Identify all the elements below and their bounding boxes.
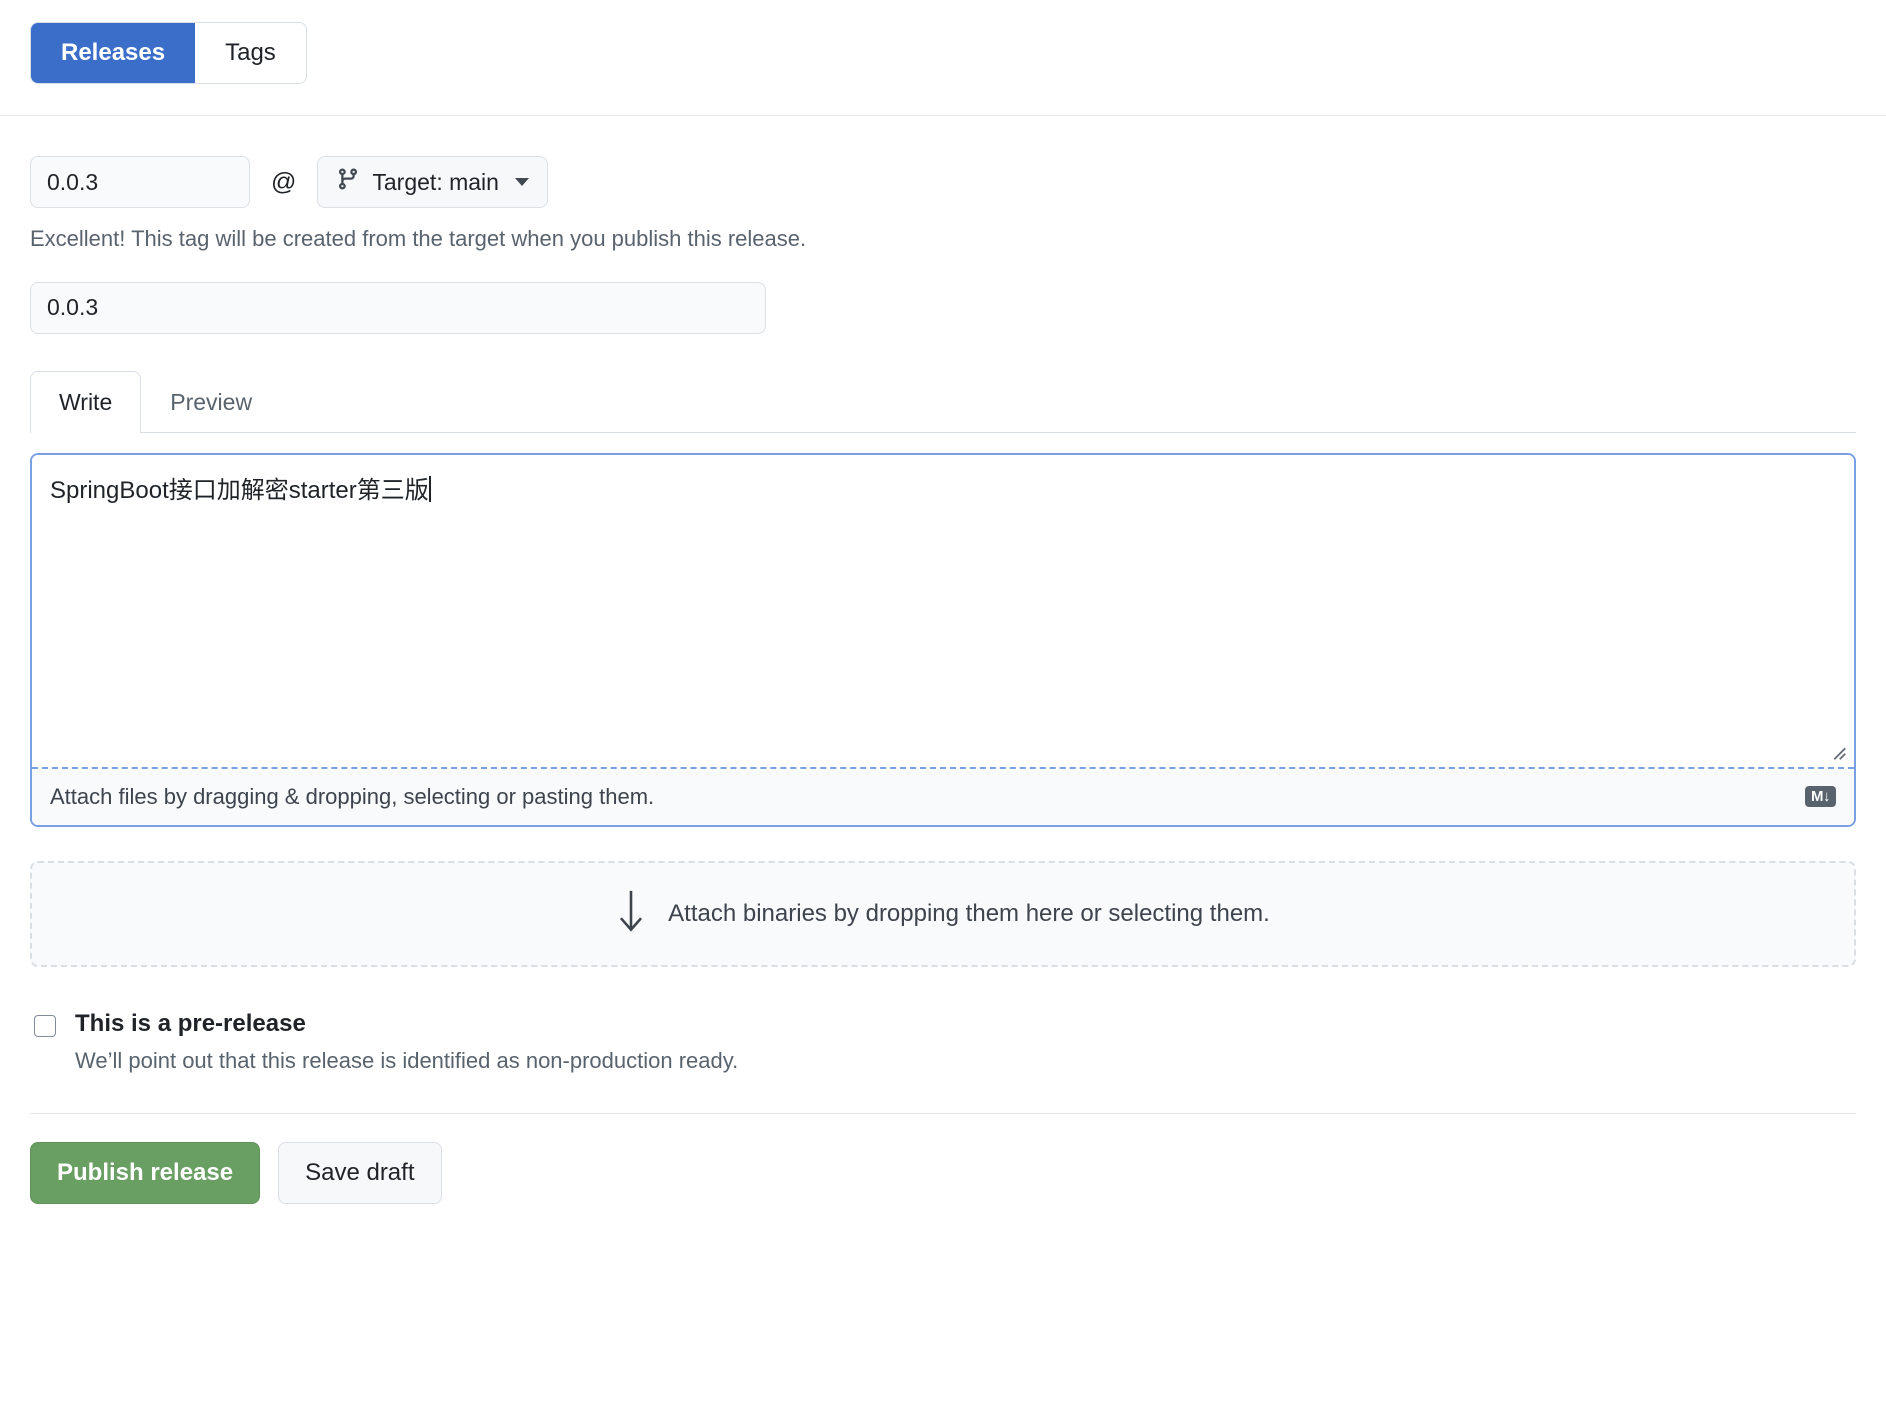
tag-name-input[interactable] [30,156,250,208]
attach-binaries-label: Attach binaries by dropping them here or… [668,900,1270,928]
attach-files-hint: Attach files by dragging & dropping, sel… [50,784,654,810]
publish-release-button[interactable]: Publish release [30,1142,260,1204]
segmented-control: Releases Tags [30,22,307,84]
tab-releases[interactable]: Releases [31,23,195,83]
at-separator: @ [271,168,296,197]
tab-preview[interactable]: Preview [141,371,281,433]
git-branch-icon [336,167,360,197]
target-branch-dropdown[interactable]: Target: main [317,156,548,208]
actions-divider [30,1113,1856,1114]
save-draft-button[interactable]: Save draft [278,1142,441,1204]
description-editor: SpringBoot接口加解密starter第三版 Attach files b… [30,453,1856,827]
tag-target-row: @ Target: main [0,124,1886,208]
chevron-down-icon [515,178,529,186]
description-textarea[interactable]: SpringBoot接口加解密starter第三版 [32,455,1854,767]
prerelease-section: This is a pre-release We’ll point out th… [30,1009,1886,1076]
tab-write[interactable]: Write [30,371,141,433]
prerelease-description: We’ll point out that this release is ide… [75,1047,738,1076]
prerelease-checkbox[interactable] [34,1015,56,1037]
description-value: SpringBoot接口加解密starter第三版 [50,477,429,504]
tag-help-text: Excellent! This tag will be created from… [0,208,1886,254]
attach-binaries-dropzone[interactable]: Attach binaries by dropping them here or… [30,861,1856,967]
text-cursor [429,476,431,502]
tab-tags[interactable]: Tags [195,23,306,83]
prerelease-text-block: This is a pre-release We’ll point out th… [75,1009,738,1076]
target-branch-label: Target: main [372,169,499,196]
form-actions: Publish release Save draft [30,1142,1886,1204]
releases-tags-tabbar: Releases Tags [0,0,1886,84]
create-release-page: Releases Tags @ Target: main Excellent! … [0,0,1886,1418]
arrow-down-icon [616,888,646,939]
description-text-content: SpringBoot接口加解密starter第三版 [32,455,1854,507]
header-divider [0,115,1886,116]
resize-grip-icon[interactable] [1826,740,1848,762]
editor-footer: Attach files by dragging & dropping, sel… [32,767,1854,825]
prerelease-label[interactable]: This is a pre-release [75,1009,738,1039]
markdown-icon[interactable]: M↓ [1805,786,1836,807]
editor-tabbar: Write Preview [30,370,1856,433]
release-title-input[interactable] [30,282,766,334]
